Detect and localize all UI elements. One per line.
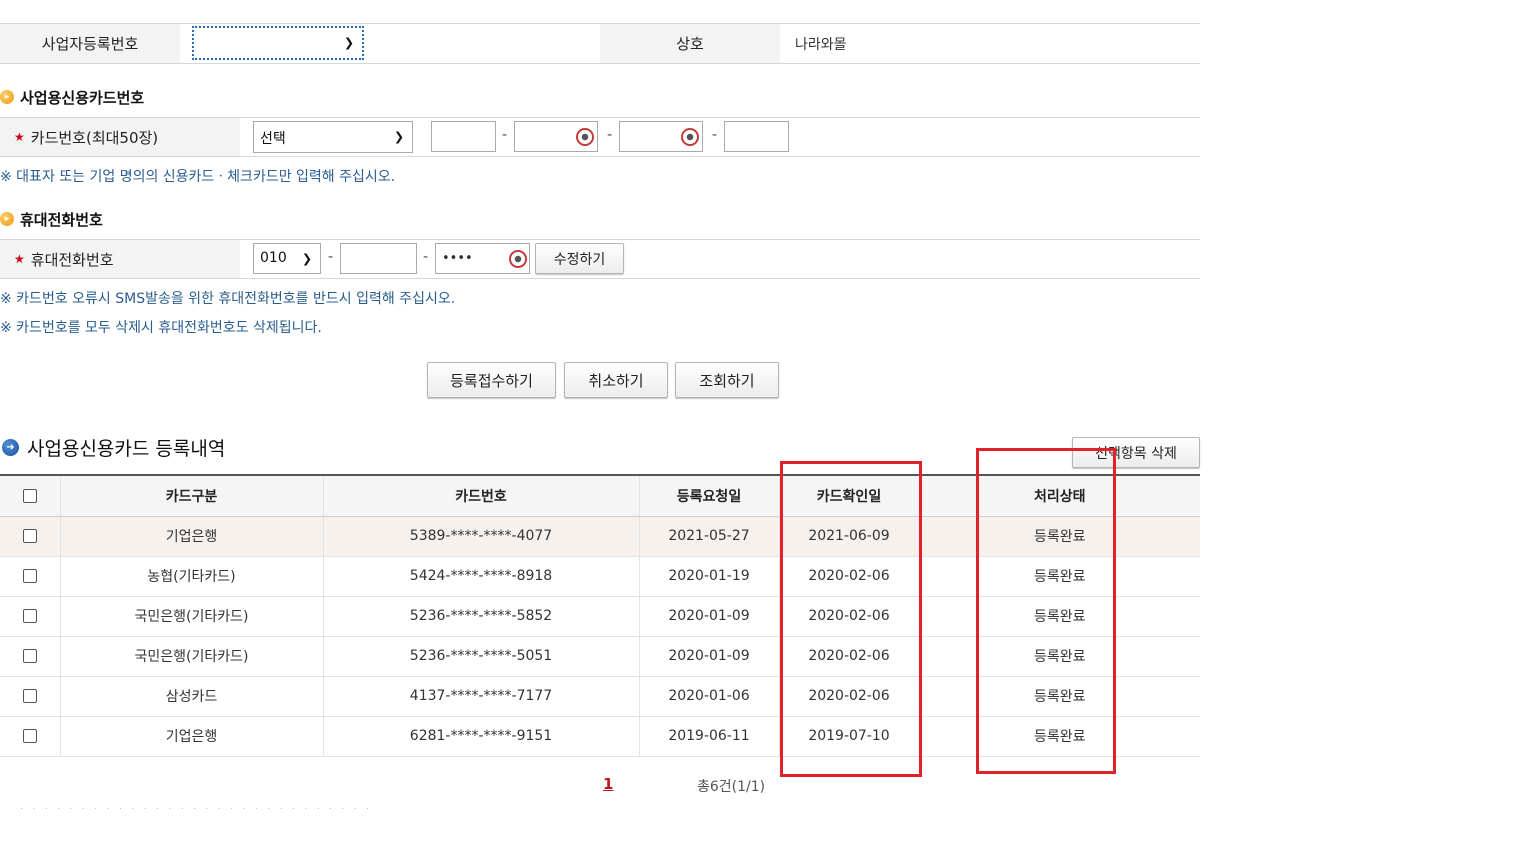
row-select-cell (0, 516, 60, 557)
phone-note-2: ※ 카드번호를 모두 삭제시 휴대전화번호도 삭제됩니다. (0, 320, 322, 336)
row-select-cell (0, 596, 60, 637)
request-date-cell: 2019-06-11 (638, 716, 779, 757)
card-company-select-value: 선택 (260, 131, 286, 147)
card-number-cell: 6281-****-****-9151 (322, 716, 639, 757)
phone-field-label-text: 휴대전화번호 (30, 250, 114, 269)
bullet-icon: ▸ (0, 90, 14, 104)
card-section-title: ▸ 사업용신용카드번호 (0, 87, 144, 107)
dash-separator: - (607, 127, 613, 143)
show-password-eye-icon[interactable] (576, 128, 594, 146)
card-number-cell: 4137-****-****-7177 (322, 676, 639, 717)
history-title-text: 사업용신용카드 등록내역 (27, 437, 226, 460)
business-reg-label: 사업자등록번호 (0, 24, 180, 63)
cancel-button[interactable]: 취소하기 (564, 362, 668, 398)
card-type-cell: 기업은행 (59, 716, 323, 757)
required-star-icon: ★ (14, 252, 25, 266)
card-number-cell: 5389-****-****-4077 (322, 516, 639, 557)
card-number-cell: 5236-****-****-5051 (322, 636, 639, 677)
chevron-down-icon: ❯ (393, 129, 404, 144)
card-company-select[interactable]: 선택 ❯ (253, 121, 413, 153)
card-number-cell: 5424-****-****-8918 (322, 556, 639, 597)
highlight-box-confirm-date (780, 461, 922, 777)
pager-page-1[interactable]: 1 (603, 775, 613, 793)
row-select-cell (0, 636, 60, 677)
request-date-cell: 2021-05-27 (638, 516, 779, 557)
card-section-title-text: 사업용신용카드번호 (20, 88, 145, 107)
phone-section-title-text: 휴대전화번호 (20, 210, 103, 229)
faint-divider: · · · · · · · · · · · · · · · · · · · · … (20, 804, 373, 815)
select-all-checkbox[interactable] (22, 488, 37, 503)
row-select-cell (0, 716, 60, 757)
card-note: ※ 대표자 또는 기업 명의의 신용카드ㆍ체크카드만 입력해 주십시오. (0, 169, 396, 185)
card-type-cell: 농협(기타카드) (59, 556, 323, 597)
card-number-part4[interactable] (724, 121, 789, 152)
col-header-request-date: 등록요청일 (638, 474, 779, 517)
business-name-label: 상호 (600, 24, 780, 63)
card-field-label-text: 카드번호(최대50장) (30, 128, 159, 147)
card-field-label: ★ 카드번호(최대50장) (0, 118, 240, 156)
phone-section-title: ▸ 휴대전화번호 (0, 209, 103, 229)
phone-edit-button[interactable]: 수정하기 (535, 243, 624, 274)
dash-separator: - (328, 249, 334, 265)
phone-note-1: ※ 카드번호 오류시 SMS발송을 위한 휴대전화번호를 반드시 입력해 주십시… (0, 291, 456, 307)
request-date-cell: 2020-01-09 (638, 596, 779, 637)
dash-separator: - (502, 127, 508, 143)
row-select-cell (0, 556, 60, 597)
row-checkbox[interactable] (22, 649, 37, 663)
phone-prefix-select[interactable]: 010 ❯ (253, 243, 321, 274)
lookup-button[interactable]: 조회하기 (675, 362, 779, 398)
chevron-down-icon: ❯ (301, 250, 312, 265)
business-name-value: 나라와몰 (795, 36, 847, 53)
request-date-cell: 2020-01-19 (638, 556, 779, 597)
phone-prefix-value: 010 (260, 250, 287, 266)
row-checkbox[interactable] (22, 609, 37, 623)
card-type-cell: 기업은행 (59, 516, 323, 557)
card-number-cell: 5236-****-****-5852 (322, 596, 639, 637)
row-checkbox[interactable] (22, 569, 37, 583)
required-star-icon: ★ (14, 130, 25, 144)
business-reg-select[interactable]: ❯ (192, 26, 364, 60)
col-header-card-number: 카드번호 (322, 474, 639, 517)
dash-separator: - (423, 249, 429, 265)
card-type-cell: 국민은행(기타카드) (59, 636, 323, 677)
chevron-down-icon: ❯ (343, 35, 354, 50)
row-checkbox[interactable] (22, 729, 37, 743)
row-checkbox[interactable] (22, 529, 37, 543)
row-checkbox[interactable] (22, 689, 37, 703)
register-button[interactable]: 등록접수하기 (427, 362, 556, 398)
pager-total: 총6건(1/1) (697, 779, 766, 795)
phone-last-value: •••• (442, 251, 473, 266)
request-date-cell: 2020-01-09 (638, 636, 779, 677)
select-all-cell (0, 474, 60, 517)
request-date-cell: 2020-01-06 (638, 676, 779, 717)
card-type-cell: 국민은행(기타카드) (59, 596, 323, 637)
row-select-cell (0, 676, 60, 717)
col-header-card-type: 카드구분 (59, 474, 323, 517)
show-password-eye-icon[interactable] (681, 128, 699, 146)
dash-separator: - (712, 127, 718, 143)
phone-field-label: ★ 휴대전화번호 (0, 240, 240, 278)
bullet-icon: ▸ (0, 212, 14, 226)
card-number-part1[interactable] (431, 121, 496, 152)
highlight-box-status (976, 448, 1116, 774)
show-password-eye-icon[interactable] (509, 250, 527, 268)
history-title: ➜ 사업용신용카드 등록내역 (2, 435, 226, 460)
arrow-right-circle-icon: ➜ (2, 438, 19, 456)
phone-middle-input[interactable] (340, 243, 417, 274)
card-type-cell: 삼성카드 (59, 676, 323, 717)
